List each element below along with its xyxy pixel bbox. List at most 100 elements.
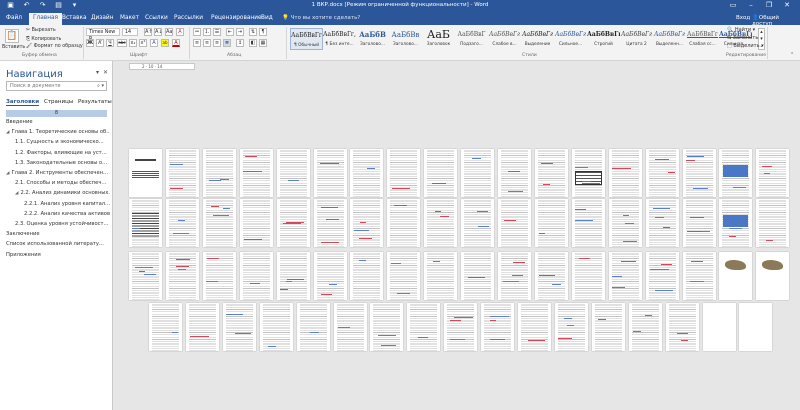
page-thumbnail[interactable] [129, 252, 162, 300]
page-thumbnail[interactable] [702, 303, 736, 351]
close-pane-icon[interactable]: ✕ [103, 69, 108, 76]
change-case-icon[interactable]: Aa [165, 28, 173, 36]
nav-heading-item[interactable]: Список использованной литерату... [6, 241, 110, 247]
font-size-combo[interactable]: 14 [122, 28, 138, 36]
minimize-icon[interactable]: – [742, 0, 760, 11]
underline-button[interactable]: Ч [106, 39, 114, 47]
style-item[interactable]: АаБ Заголовок [422, 28, 455, 50]
page-thumbnail[interactable] [276, 149, 310, 197]
page-thumbnail[interactable] [165, 252, 199, 300]
page-thumbnail[interactable] [129, 199, 162, 247]
page-thumbnail[interactable] [202, 199, 236, 247]
style-item[interactable]: АаБбВ Заголово... [356, 28, 389, 50]
style-item[interactable]: АаБбВв Заголово... [389, 28, 422, 50]
page-thumbnail[interactable] [313, 252, 347, 300]
page-thumbnail[interactable] [628, 303, 662, 351]
page-thumbnail[interactable] [407, 303, 441, 351]
page-thumbnail[interactable] [461, 252, 495, 300]
page-thumbnail[interactable] [591, 303, 625, 351]
collapse-ribbon-icon[interactable]: ⌃ [790, 52, 794, 58]
nav-heading-item[interactable]: Приложения [6, 252, 110, 258]
tab-view[interactable]: Вид [261, 15, 273, 21]
subscript-button[interactable]: x₂ [129, 39, 137, 47]
selected-heading-strip[interactable]: 8 [6, 110, 107, 117]
page-thumbnail[interactable] [387, 149, 421, 197]
increase-indent-icon[interactable]: ⇥ [236, 28, 244, 36]
style-item[interactable]: АаБбВвГг, ¶ Обычный [290, 28, 323, 50]
font-color-icon[interactable]: A [172, 39, 180, 47]
numbering-icon[interactable]: ⒈ [203, 28, 211, 36]
sort-icon[interactable]: ⇅ [249, 28, 257, 36]
page-thumbnail[interactable] [165, 149, 199, 197]
page-thumbnail[interactable] [276, 252, 310, 300]
paste-button[interactable]: Вставить [2, 45, 25, 50]
page-thumbnail[interactable] [185, 303, 219, 351]
tab-insert[interactable]: Вставка [62, 15, 87, 21]
page-thumbnail[interactable] [202, 252, 236, 300]
page-thumbnail[interactable] [571, 149, 605, 197]
page-thumbnail[interactable] [333, 303, 367, 351]
page-thumbnail[interactable] [608, 149, 642, 197]
tab-file[interactable]: Файл [6, 15, 22, 21]
nav-heading-item[interactable]: 1.3. Законодательные основы о... [15, 160, 110, 166]
page-thumbnail[interactable] [645, 199, 679, 247]
tab-review[interactable]: Рецензирование [211, 15, 262, 21]
close-icon[interactable]: ✕ [778, 0, 796, 11]
grow-font-icon[interactable]: A↑ [144, 28, 153, 36]
font-name-combo[interactable]: Times New R [86, 28, 120, 42]
page-thumbnail[interactable] [222, 303, 256, 351]
ribbon-display-icon[interactable]: ▭ [724, 0, 742, 11]
tell-me-box[interactable]: 💡 Что вы хотите сделать? [282, 15, 360, 21]
style-item[interactable]: АаБбВвГг Сильное... [554, 28, 587, 50]
page-thumbnail[interactable] [313, 149, 347, 197]
style-item[interactable]: АаБбВвГг Строгий [587, 28, 620, 50]
page-thumbnail[interactable] [571, 199, 605, 247]
page-thumbnail[interactable] [350, 149, 384, 197]
decrease-indent-icon[interactable]: ⇤ [226, 28, 234, 36]
page-thumbnail[interactable] [424, 199, 458, 247]
sign-in-link[interactable]: Вход [736, 15, 750, 21]
page-thumbnail[interactable] [444, 303, 478, 351]
page-thumbnail[interactable] [370, 303, 404, 351]
text-effects-icon[interactable]: A [150, 39, 158, 47]
pane-options-icon[interactable]: ▾ [96, 69, 99, 76]
borders-icon[interactable]: ▦ [259, 39, 267, 47]
page-thumbnail[interactable] [387, 252, 421, 300]
document-canvas[interactable] [113, 72, 800, 410]
restore-icon[interactable]: ❐ [760, 0, 778, 11]
clear-format-icon[interactable]: A [176, 28, 184, 36]
page-thumbnail[interactable] [296, 303, 330, 351]
page-thumbnail[interactable] [313, 199, 347, 247]
style-item[interactable]: АаБбВвГг Цитата 2 [620, 28, 653, 50]
nav-heading-item[interactable]: 2.3. Оценка уровня устойчивост... [15, 221, 110, 227]
page-thumbnail[interactable] [682, 252, 716, 300]
tab-pages[interactable]: Страницы [44, 99, 73, 105]
tab-headings[interactable]: Заголовки [6, 99, 40, 106]
page-thumbnail[interactable] [149, 303, 182, 351]
page-thumbnail[interactable] [608, 199, 642, 247]
collapse-arrow-icon[interactable]: ◢ [6, 171, 9, 176]
nav-heading-item[interactable]: ◢ Глава 1. Теоретические основы об... [6, 129, 110, 135]
shrink-font-icon[interactable]: A↓ [154, 28, 163, 36]
page-thumbnail[interactable] [239, 252, 273, 300]
page-thumbnail[interactable] [756, 149, 790, 197]
align-right-icon[interactable]: ≡ [213, 39, 221, 47]
page-thumbnail[interactable] [682, 149, 716, 197]
page-thumbnail[interactable] [350, 199, 384, 247]
align-center-icon[interactable]: ≡ [203, 39, 211, 47]
collapse-arrow-icon[interactable]: ◢ [15, 191, 18, 196]
italic-button[interactable]: К [96, 39, 104, 47]
style-item[interactable]: АаБбВвГг Слабая сс... [686, 28, 719, 50]
page-thumbnail[interactable] [498, 149, 531, 197]
style-item[interactable]: АаБбВвГг Выделенн... [653, 28, 686, 50]
tab-results[interactable]: Результаты [78, 99, 112, 105]
nav-heading-item[interactable]: 1.2. Факторы, влияющие на уст... [15, 150, 110, 156]
nav-heading-item[interactable]: Введение [6, 119, 110, 125]
find-button[interactable]: 🔍 Найти ▾ [727, 27, 755, 33]
page-thumbnail[interactable] [719, 149, 753, 197]
line-spacing-icon[interactable]: ↕ [236, 39, 244, 47]
page-thumbnail[interactable] [554, 303, 588, 351]
page-thumbnail[interactable] [645, 252, 679, 300]
style-item[interactable]: АаБбВвГ Подзаго... [455, 28, 488, 50]
nav-heading-item[interactable]: 2.2.2. Анализ качества активов [24, 211, 110, 217]
